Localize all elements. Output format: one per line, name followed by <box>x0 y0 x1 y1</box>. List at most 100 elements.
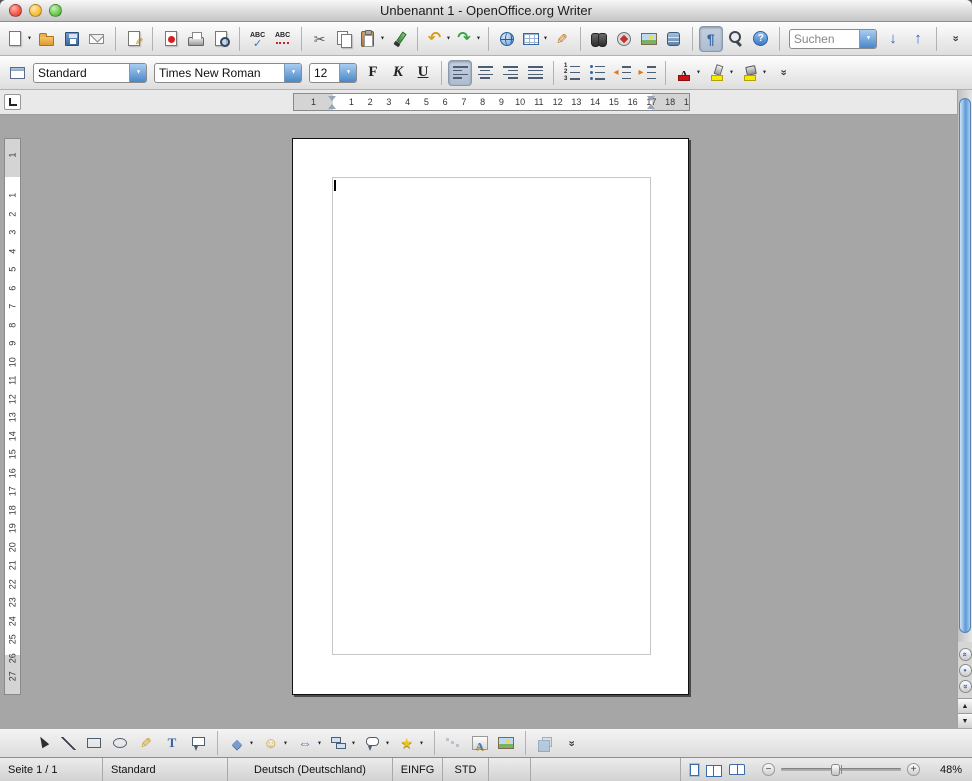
background-color-button[interactable] <box>738 60 770 86</box>
freeform-line-button[interactable] <box>134 731 158 755</box>
scrollbar-thumb[interactable] <box>959 98 971 633</box>
bullet-list-button[interactable] <box>585 60 609 86</box>
align-left-button[interactable] <box>448 60 472 86</box>
zoom-slider-thumb[interactable] <box>831 764 840 776</box>
insert-mode-indicator[interactable]: EINFG <box>393 758 443 781</box>
page-preview-button[interactable] <box>209 26 233 52</box>
find-next-button[interactable] <box>881 26 905 52</box>
callouts-button[interactable] <box>361 731 393 755</box>
search-combobox[interactable] <box>789 29 877 49</box>
horizontal-ruler[interactable]: 1 12345678910111213141516171819 <box>293 93 690 111</box>
page-style-indicator[interactable]: Standard <box>103 758 228 781</box>
italic-button[interactable]: K <box>386 60 410 86</box>
rectangle-button[interactable] <box>82 731 106 755</box>
font-size-input[interactable] <box>310 64 339 82</box>
undo-button[interactable] <box>424 26 453 52</box>
print-button[interactable] <box>184 26 208 52</box>
page[interactable] <box>292 138 689 695</box>
export-pdf-button[interactable] <box>159 26 183 52</box>
show-draw-functions-button[interactable] <box>550 26 574 52</box>
toolbar-overflow-button[interactable] <box>771 60 795 86</box>
data-sources-button[interactable] <box>662 26 686 52</box>
tab-stop-selector[interactable] <box>4 94 21 110</box>
minimize-button[interactable] <box>29 4 42 17</box>
fontwork-gallery-button[interactable] <box>468 731 492 755</box>
email-button[interactable] <box>85 26 109 52</box>
edit-points-button[interactable] <box>442 731 466 755</box>
document-area[interactable] <box>25 115 957 728</box>
save-button[interactable] <box>60 26 84 52</box>
symbol-shapes-button[interactable] <box>259 731 291 755</box>
block-arrows-button[interactable] <box>293 731 325 755</box>
paste-button[interactable] <box>358 26 387 52</box>
from-file-button[interactable] <box>494 731 518 755</box>
numbered-list-button[interactable] <box>560 60 584 86</box>
zoom-out-button[interactable] <box>762 763 775 776</box>
paragraph-style-dropdown-button[interactable] <box>129 64 146 82</box>
copy-button[interactable] <box>333 26 357 52</box>
insert-table-button[interactable] <box>520 26 549 52</box>
single-page-view-button[interactable] <box>689 763 700 777</box>
callout-button[interactable] <box>186 731 210 755</box>
previous-page-button[interactable] <box>959 648 972 661</box>
book-view-button[interactable] <box>728 763 746 776</box>
font-name-input[interactable] <box>155 64 284 82</box>
titlebar[interactable]: Unbenannt 1 - OpenOffice.org Writer <box>0 0 972 22</box>
format-paintbrush-button[interactable] <box>387 26 411 52</box>
stars-button[interactable] <box>395 731 427 755</box>
indent-marker-right[interactable] <box>647 96 656 109</box>
page-indicator[interactable]: Seite 1 / 1 <box>0 758 103 781</box>
zoom-button[interactable] <box>724 26 748 52</box>
text-box-button[interactable] <box>160 731 184 755</box>
scroll-down-button[interactable] <box>958 713 972 728</box>
next-page-button[interactable] <box>959 680 972 693</box>
selection-mode-indicator[interactable]: STD <box>443 758 489 781</box>
font-name-combobox[interactable] <box>154 63 302 83</box>
select-button[interactable] <box>30 731 54 755</box>
toolbar-overflow-button[interactable] <box>943 26 967 52</box>
multi-page-view-button[interactable] <box>705 763 723 777</box>
hyperlink-button[interactable] <box>495 26 519 52</box>
language-indicator[interactable]: Deutsch (Deutschland) <box>228 758 393 781</box>
line-button[interactable] <box>56 731 80 755</box>
font-size-dropdown-button[interactable] <box>339 64 356 82</box>
zoom-slider[interactable] <box>781 768 901 771</box>
vertical-scrollbar[interactable] <box>957 90 972 728</box>
signature-area[interactable] <box>489 758 531 781</box>
font-size-combobox[interactable] <box>309 63 357 83</box>
close-button[interactable] <box>9 4 22 17</box>
basic-shapes-button[interactable] <box>225 731 257 755</box>
underline-button[interactable]: U <box>411 60 435 86</box>
scroll-up-button[interactable] <box>958 698 972 713</box>
vertical-ruler[interactable]: 1 12345678910111213141516171819202122232… <box>4 138 21 695</box>
zoom-in-button[interactable] <box>907 763 920 776</box>
extrusion-button[interactable] <box>533 731 557 755</box>
paragraph-style-input[interactable] <box>34 64 129 82</box>
help-button[interactable] <box>749 26 773 52</box>
autospellcheck-button[interactable] <box>271 26 295 52</box>
justify-button[interactable] <box>523 60 547 86</box>
scrollbar-track[interactable] <box>958 90 972 642</box>
text-boundary[interactable] <box>332 177 651 655</box>
ellipse-button[interactable] <box>108 731 132 755</box>
indent-marker-left[interactable] <box>328 96 337 109</box>
find-previous-button[interactable] <box>906 26 930 52</box>
toolbar-overflow-button[interactable] <box>559 731 583 755</box>
navigation-button[interactable] <box>959 664 972 677</box>
formatting-marks-button[interactable] <box>699 26 723 52</box>
zoom-percentage[interactable]: 48% <box>928 758 972 781</box>
align-center-button[interactable] <box>473 60 497 86</box>
navigator-button[interactable] <box>612 26 636 52</box>
cut-button[interactable] <box>308 26 332 52</box>
styles-window-button[interactable] <box>5 60 29 86</box>
find-replace-button[interactable] <box>587 26 611 52</box>
gallery-button[interactable] <box>637 26 661 52</box>
font-name-dropdown-button[interactable] <box>284 64 301 82</box>
open-button[interactable] <box>35 26 59 52</box>
new-document-button[interactable] <box>5 26 34 52</box>
highlighting-button[interactable] <box>705 60 737 86</box>
increase-indent-button[interactable] <box>635 60 659 86</box>
decrease-indent-button[interactable] <box>610 60 634 86</box>
bold-button[interactable]: F <box>361 60 385 86</box>
font-color-button[interactable] <box>672 60 704 86</box>
